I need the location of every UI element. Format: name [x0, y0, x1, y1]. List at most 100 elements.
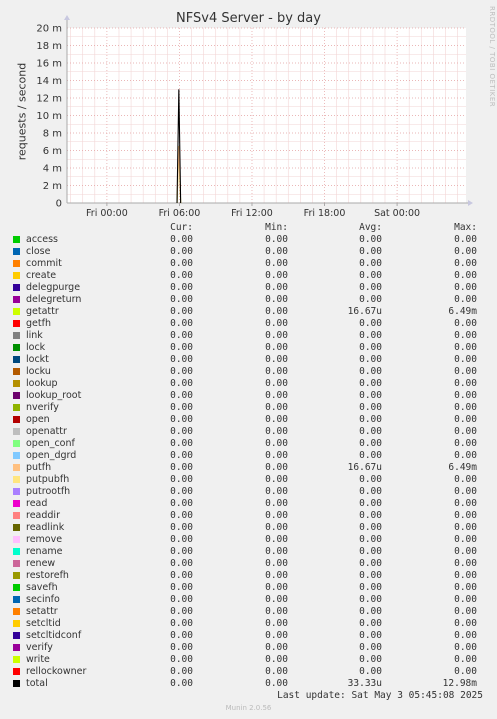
legend-series-name: lockt	[26, 354, 49, 365]
munin-version: Munin 2.0.56	[225, 704, 272, 712]
legend-swatch	[13, 536, 20, 543]
legend-max-value: 0.00	[454, 234, 477, 245]
legend-cur-value: 0.00	[170, 390, 193, 401]
legend-cur-value: 0.00	[170, 378, 193, 389]
legend-max-value: 0.00	[454, 294, 477, 305]
legend-row-putpubfh: putpubfh 0.00 0.00 0.00 0.00	[0, 474, 497, 486]
x-tick-label: Sat 00:00	[374, 208, 420, 219]
legend-row-renew: renew 0.00 0.00 0.00 0.00	[0, 558, 497, 570]
legend-min-value: 0.00	[265, 666, 288, 677]
legend-avg-value: 0.00	[359, 522, 382, 533]
legend-cur-value: 0.00	[170, 462, 193, 473]
legend-cur-value: 0.00	[170, 618, 193, 629]
legend-avg-value: 0.00	[359, 630, 382, 641]
legend-avg-value: 0.00	[359, 378, 382, 389]
legend-series-name: delegpurge	[26, 282, 81, 293]
legend-row-write: write 0.00 0.00 0.00 0.00	[0, 654, 497, 666]
legend-cur-value: 0.00	[170, 270, 193, 281]
legend-min-value: 0.00	[265, 534, 288, 545]
legend-cur-value: 0.00	[170, 450, 193, 461]
legend-swatch	[13, 368, 20, 375]
legend-avg-value: 0.00	[359, 486, 382, 497]
legend-series-name: nverify	[26, 402, 59, 413]
legend-series-name: remove	[26, 534, 63, 545]
legend-max-value: 0.00	[454, 390, 477, 401]
legend-row-savefh: savefh 0.00 0.00 0.00 0.00	[0, 582, 497, 594]
legend-max-value: 0.00	[454, 426, 477, 437]
legend-max-value: 0.00	[454, 630, 477, 641]
legend-swatch	[13, 320, 20, 327]
legend-avg-value: 0.00	[359, 342, 382, 353]
legend-series-name: openattr	[26, 426, 67, 437]
legend-row-restorefh: restorefh 0.00 0.00 0.00 0.00	[0, 570, 497, 582]
legend-avg-value: 0.00	[359, 234, 382, 245]
legend-cur-value: 0.00	[170, 342, 193, 353]
legend-row-delegreturn: delegreturn 0.00 0.00 0.00 0.00	[0, 294, 497, 306]
legend-row-nverify: nverify 0.00 0.00 0.00 0.00	[0, 402, 497, 414]
legend-max-value: 0.00	[454, 318, 477, 329]
legend-row-rename: rename 0.00 0.00 0.00 0.00	[0, 546, 497, 558]
legend-series-name: open_conf	[26, 438, 75, 449]
legend-max-value: 0.00	[454, 498, 477, 509]
legend-avg-value: 0.00	[359, 594, 382, 605]
x-tick-label: Fri 18:00	[304, 208, 346, 219]
legend-cur-value: 0.00	[170, 282, 193, 293]
legend-swatch	[13, 596, 20, 603]
legend-avg-value: 0.00	[359, 294, 382, 305]
legend-swatch	[13, 488, 20, 495]
legend-series-name: savefh	[26, 582, 58, 593]
y-tick-label: 8 m	[43, 129, 62, 140]
legend-row-setattr: setattr 0.00 0.00 0.00 0.00	[0, 606, 497, 618]
legend-cur-value: 0.00	[170, 318, 193, 329]
legend-min-value: 0.00	[265, 642, 288, 653]
legend-series-name: lookup	[26, 378, 58, 389]
legend-row-lockt: lockt 0.00 0.00 0.00 0.00	[0, 354, 497, 366]
legend-min-value: 0.00	[265, 342, 288, 353]
legend-cur-value: 0.00	[170, 570, 193, 581]
legend-max-value: 0.00	[454, 534, 477, 545]
legend-row-read: read 0.00 0.00 0.00 0.00	[0, 498, 497, 510]
legend-swatch	[13, 476, 20, 483]
legend-min-value: 0.00	[265, 390, 288, 401]
legend-min-value: 0.00	[265, 486, 288, 497]
legend-series-name: verify	[26, 642, 53, 653]
legend-avg-value: 33.33u	[347, 678, 382, 689]
legend-cur-value: 0.00	[170, 330, 193, 341]
legend-swatch	[13, 500, 20, 507]
y-tick-label: 12 m	[36, 94, 62, 105]
legend-row-locku: locku 0.00 0.00 0.00 0.00	[0, 366, 497, 378]
legend-swatch	[13, 428, 20, 435]
legend-avg-value: 0.00	[359, 426, 382, 437]
legend-min-value: 0.00	[265, 462, 288, 473]
legend-max-value: 0.00	[454, 270, 477, 281]
legend-avg-value: 0.00	[359, 330, 382, 341]
legend-row-lock: lock 0.00 0.00 0.00 0.00	[0, 342, 497, 354]
legend-cur-value: 0.00	[170, 678, 193, 689]
legend-swatch	[13, 572, 20, 579]
legend-row-lookup: lookup 0.00 0.00 0.00 0.00	[0, 378, 497, 390]
legend-series-name: total	[26, 678, 48, 689]
legend-min-value: 0.00	[265, 498, 288, 509]
legend-series-name: setattr	[26, 606, 58, 617]
legend-series-name: open_dgrd	[26, 450, 77, 461]
legend-min-value: 0.00	[265, 558, 288, 569]
legend-cur-value: 0.00	[170, 510, 193, 521]
legend-min-value: 0.00	[265, 234, 288, 245]
legend-max-value: 0.00	[454, 414, 477, 425]
legend-avg-value: 0.00	[359, 390, 382, 401]
legend-min-value: 0.00	[265, 354, 288, 365]
legend-swatch	[13, 284, 20, 291]
legend-avg-value: 0.00	[359, 258, 382, 269]
y-axis-arrow	[64, 15, 70, 20]
legend-cur-value: 0.00	[170, 534, 193, 545]
legend-row-delegpurge: delegpurge 0.00 0.00 0.00 0.00	[0, 282, 497, 294]
y-tick-label: 4 m	[43, 164, 62, 175]
header-min: Min:	[265, 222, 288, 233]
legend-cur-value: 0.00	[170, 498, 193, 509]
legend-row-link: link 0.00 0.00 0.00 0.00	[0, 330, 497, 342]
y-tick-label: 10 m	[36, 111, 62, 122]
x-tick-label: Fri 00:00	[86, 208, 128, 219]
legend-cur-value: 0.00	[170, 486, 193, 497]
legend-avg-value: 0.00	[359, 570, 382, 581]
y-tick-label: 20 m	[36, 24, 62, 35]
